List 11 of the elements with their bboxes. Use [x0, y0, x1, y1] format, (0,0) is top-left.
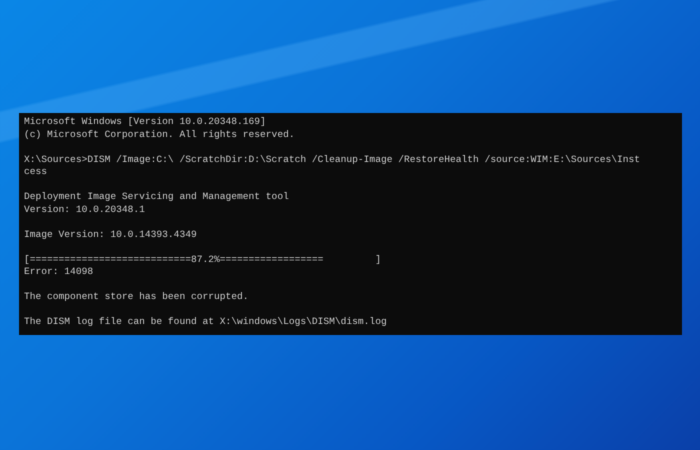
console-line: Deployment Image Servicing and Management tool: [24, 191, 290, 204]
console-line: Image Version: 10.0.14393.4349: [24, 228, 198, 241]
console-line: cess: [24, 166, 48, 178]
console-line: (c) Microsoft Corporation. All rights reserved.: [24, 128, 296, 141]
console-line: The component store has been corrupted.: [24, 291, 250, 304]
console-line: [============================87.2%================== ]: [24, 254, 382, 266]
console-line: Microsoft Windows [Version 10.0.20348.169]: [24, 116, 267, 128]
console-line: Version: 10.0.20348.1: [24, 204, 146, 216]
console-line: Error: 14098: [24, 266, 94, 278]
console-line: X:\Sources>DISM /Image:C:\ /ScratchDir:D:\Scratch /Cleanup-Image /RestoreHealth /source:WIM:E:\Sources\Inst: [24, 154, 642, 166]
console-line: The DISM log file can be found at X:\windows\Logs\DISM\dism.log: [24, 316, 388, 328]
